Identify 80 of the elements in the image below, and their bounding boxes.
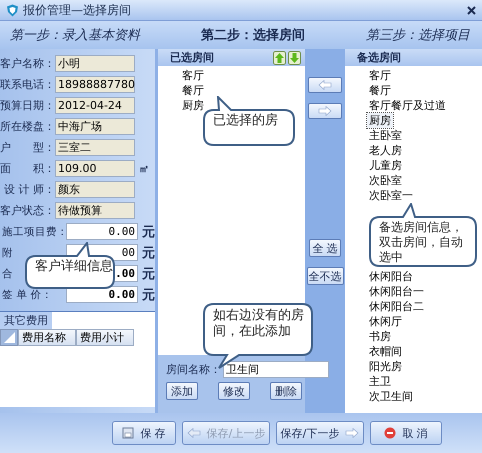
list-header: 备选房间: [357, 50, 402, 65]
hint-tooltip: 已选择的房: [203, 96, 297, 148]
field-label: 合: [1, 266, 14, 280]
info-field[interactable]: 小明: [55, 55, 135, 72]
unit-label: 元: [142, 286, 155, 304]
field-label: 所在楼盘：: [0, 119, 55, 134]
info-field[interactable]: 中海广场: [55, 118, 135, 135]
down-arrow-icon[interactable]: [288, 50, 301, 64]
wizard-step: 第三步：选择项目: [366, 26, 470, 44]
field-label: 客户状态：: [0, 203, 55, 218]
room-action-button[interactable]: 删除: [270, 382, 302, 400]
move-right-button[interactable]: [308, 103, 342, 119]
left-arrow-icon: [318, 80, 332, 90]
field-label: 设 计 师：: [3, 182, 55, 197]
room-action-button[interactable]: 添加: [166, 382, 198, 400]
info-field[interactable]: 待做预算: [55, 202, 135, 219]
room-item[interactable]: 老人房: [367, 143, 404, 158]
room-action-button[interactable]: 修改: [218, 382, 250, 400]
list-header: 已选房间: [170, 50, 215, 65]
room-item[interactable]: 客厅餐厅及过道: [367, 98, 448, 113]
room-item[interactable]: 休闲阳台二: [367, 299, 426, 314]
room-item[interactable]: 休闲阳台一: [367, 284, 426, 299]
field-label: 客户名称：: [0, 56, 55, 71]
footer-button[interactable]: 取 消: [370, 421, 442, 445]
room-item[interactable]: 主卫: [367, 374, 393, 389]
shield-icon: [6, 4, 19, 16]
room-item[interactable]: 休闲阳台: [367, 269, 415, 284]
select-button[interactable]: 全 选: [309, 239, 341, 257]
wizard-step: 第一步：录入基本资料: [10, 26, 140, 44]
unit-label: ㎡: [139, 162, 149, 176]
room-item[interactable]: 休闲厅: [367, 314, 404, 329]
room-item[interactable]: 次卧室: [367, 173, 404, 188]
room-item[interactable]: 书房: [367, 329, 393, 344]
unit-label: 元: [142, 266, 155, 282]
close-icon[interactable]: [467, 6, 476, 14]
field-label: 附: [1, 246, 14, 260]
unit-label: 元: [142, 224, 155, 240]
field-label: 房间名称：: [166, 362, 221, 377]
room-item[interactable]: 餐厅: [180, 83, 206, 98]
window-title: 报价管理—选择房间: [23, 2, 132, 18]
column-header[interactable]: 费用小计: [76, 329, 134, 346]
unit-label: 元: [142, 244, 155, 262]
right-arrow-icon: [318, 106, 332, 116]
right-arrow-icon: [345, 428, 360, 438]
footer-button[interactable]: 保存/下一步: [276, 421, 364, 445]
room-item[interactable]: 衣帽间: [367, 344, 404, 359]
room-item[interactable]: 儿童房: [367, 158, 404, 173]
info-field[interactable]: 颜东: [55, 181, 135, 198]
info-field[interactable]: 18988887780: [55, 76, 135, 93]
room-item[interactable]: 次卧室一: [367, 188, 415, 203]
room-item[interactable]: 客厅: [180, 68, 206, 83]
amount-field[interactable]: 0.00: [66, 223, 138, 240]
group-title: 其它费用: [0, 312, 52, 329]
info-field[interactable]: 三室二: [55, 139, 135, 156]
move-left-button[interactable]: [308, 77, 342, 93]
field-label: 面 积：: [0, 161, 55, 176]
room-name-input[interactable]: 卫生间: [223, 361, 329, 378]
column-header[interactable]: 费用名称: [18, 329, 76, 346]
wizard-step: 第二步：选择房间: [201, 26, 305, 44]
room-item[interactable]: 阳光房: [367, 359, 404, 374]
room-item[interactable]: 餐厅: [367, 83, 393, 98]
field-label: 联系电话：: [0, 77, 55, 92]
save-icon: [122, 427, 134, 439]
up-arrow-icon[interactable]: [273, 50, 286, 64]
room-item[interactable]: 次卫生间: [367, 389, 415, 404]
select-button[interactable]: 全不选: [306, 267, 344, 285]
room-item[interactable]: 厨房: [180, 98, 206, 113]
room-item[interactable]: 主卧室: [367, 128, 404, 143]
room-item[interactable]: 厨房: [367, 113, 393, 128]
hint-tooltip: 备选房间信息，双击房间，自动选中: [369, 203, 479, 269]
field-label: 施工项目费：: [1, 224, 66, 238]
footer-button[interactable]: 保 存: [112, 421, 176, 445]
info-field[interactable]: 109.00: [55, 160, 135, 177]
left-arrow-icon: [186, 428, 201, 438]
hint-tooltip: 客户详细信息: [25, 242, 117, 291]
room-item[interactable]: 客厅: [367, 68, 393, 83]
cancel-icon: [384, 427, 396, 439]
field-label: 户 型：: [0, 140, 55, 155]
info-field[interactable]: 2012-04-24: [55, 97, 135, 114]
field-label: 预算日期：: [0, 98, 55, 113]
